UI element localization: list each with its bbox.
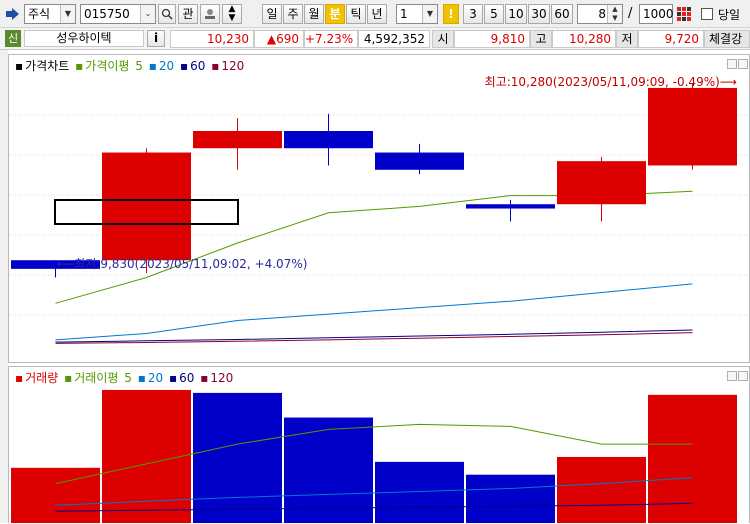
volume-bar: [557, 456, 646, 523]
spin-icon[interactable]: ▲ ▼: [607, 5, 622, 23]
spin-button[interactable]: ▲ ▼: [222, 4, 242, 24]
candle-body: [557, 161, 646, 205]
ma120-line: [55, 332, 693, 344]
custom-minute-button[interactable]: !: [443, 4, 459, 24]
period-month[interactable]: 월: [304, 4, 324, 24]
total-input[interactable]: 1000: [639, 4, 674, 24]
market-select[interactable]: 주식 ▼: [24, 4, 76, 24]
chevron-down-icon[interactable]: ▼: [60, 5, 75, 23]
volume-bar: [284, 417, 373, 523]
candle-body: [466, 204, 555, 209]
low-label: 저: [616, 30, 638, 48]
period-week[interactable]: 주: [283, 4, 303, 24]
open-value: 9,810: [454, 30, 530, 48]
period-year[interactable]: 년: [367, 4, 387, 24]
code-value: 015750: [84, 7, 130, 21]
total-value: 1000: [643, 7, 674, 21]
volume-chart-panel[interactable]: ▪ 거래량 ▪ 거래이평 5 ▪ 20 ▪ 60 ▪ 120: [8, 366, 750, 523]
grid-settings-icon[interactable]: [676, 6, 692, 22]
toolbar: 주식 ▼ 015750 ⌄ 관 ▲ ▼ 일 주 월 분 틱 년 1 ▼ ! 3 5…: [0, 0, 750, 28]
volume-bar: [466, 474, 555, 523]
minute-select[interactable]: 1 ▼: [396, 4, 438, 24]
period-tick[interactable]: 틱: [346, 4, 366, 24]
gwan-button[interactable]: 관: [178, 4, 198, 24]
price-chart-svg: 최고:10,280(2023/05/11,09:09, -0.49%)⟶ ⟵최저:…: [9, 75, 749, 344]
settings-button[interactable]: [200, 4, 220, 24]
code-input[interactable]: 015750 ⌄: [80, 4, 156, 24]
candle-body: [284, 131, 373, 149]
badge-new: 신: [5, 30, 21, 47]
search-icon: [161, 8, 173, 20]
stock-name: 성우하이텍: [24, 30, 144, 47]
current-price: 10,230: [170, 30, 254, 48]
high-value: 10,280: [552, 30, 616, 48]
minute-5[interactable]: 5: [484, 4, 504, 24]
search-button[interactable]: [158, 4, 176, 24]
minute-10[interactable]: 10: [505, 4, 527, 24]
market-select-value: 주식: [28, 7, 51, 21]
volume-bar: [11, 467, 100, 523]
minute-select-value: 1: [400, 7, 408, 21]
volume-bar: [193, 392, 282, 523]
ma60-line: [55, 329, 693, 343]
chevron-down-icon[interactable]: ⌄: [140, 5, 155, 23]
high-annotation: 최고:10,280(2023/05/11,09:09, -0.49%)⟶: [485, 75, 737, 89]
count-value: 8: [598, 7, 606, 21]
high-label: 고: [530, 30, 552, 48]
stamp-icon: [205, 9, 215, 19]
extra-label: 체결강: [704, 30, 750, 48]
volume-chart-svg: [11, 389, 737, 523]
ma20-line: [55, 283, 693, 341]
info-button[interactable]: i: [147, 30, 165, 47]
period-minute[interactable]: 분: [325, 4, 345, 24]
volume-value: 4,592,352: [358, 30, 430, 48]
price-change: ▲690: [254, 30, 304, 48]
candle-body: [648, 87, 737, 166]
minute-30[interactable]: 30: [528, 4, 550, 24]
today-checkbox[interactable]: [701, 8, 713, 20]
count-input[interactable]: 8 ▲ ▼: [577, 4, 623, 24]
open-label: 시: [432, 30, 454, 48]
low-annotation: ⟵최저:9,830(2023/05/11,09:02, +4.07%): [57, 257, 307, 271]
period-day[interactable]: 일: [262, 4, 282, 24]
today-label: 당일: [718, 8, 741, 22]
minute-60[interactable]: 60: [551, 4, 573, 24]
low-value: 9,720: [638, 30, 704, 48]
chevron-down-icon[interactable]: ▼: [422, 5, 437, 23]
candle-body: [375, 152, 464, 170]
minute-3[interactable]: 3: [463, 4, 483, 24]
price-chart-panel[interactable]: ▪ 가격차트 ▪ 가격이평 5 ▪ 20 ▪ 60 ▪ 120 최고:10,280(202…: [8, 54, 750, 363]
change-percent: +7.23%: [304, 30, 358, 48]
candle-body: [193, 131, 282, 149]
count-separator: /: [628, 6, 633, 21]
candle-body: [102, 152, 191, 261]
left-strip: [0, 50, 8, 523]
menu-arrow-icon[interactable]: [5, 7, 21, 21]
